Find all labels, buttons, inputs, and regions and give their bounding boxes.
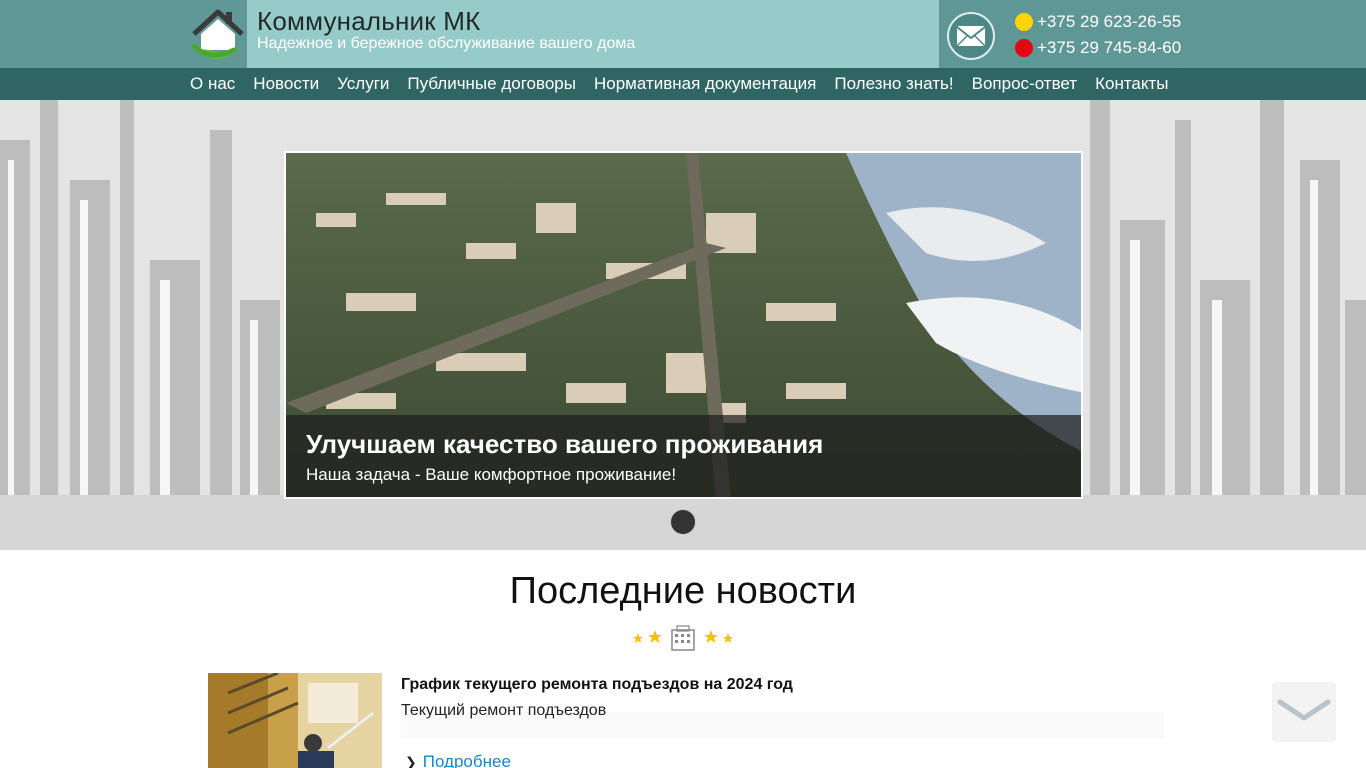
news-subtitle: Текущий ремонт подъездов <box>401 702 607 719</box>
mts-icon <box>1015 39 1033 57</box>
house-logo-icon[interactable] <box>190 6 246 64</box>
phone-velcom[interactable]: +375 29 623-26-55 <box>1015 12 1181 32</box>
site-tagline: Надежное и бережное обслуживание вашего … <box>257 35 636 52</box>
news-thumbnail[interactable] <box>208 673 382 768</box>
slider[interactable]: Улучшаем качество вашего проживания Наша… <box>284 151 1083 499</box>
nav-item-contacts[interactable]: Контакты <box>1095 74 1168 94</box>
nav-item-services[interactable]: Услуги <box>337 74 389 94</box>
nav-item-about[interactable]: О нас <box>190 74 235 94</box>
phone-number: +375 29 745-84-60 <box>1037 38 1182 57</box>
chevron-right-icon: ❯ <box>405 753 417 768</box>
velcom-icon <box>1015 13 1033 31</box>
stairwell-painter-photo <box>208 673 382 768</box>
slide-subtitle: Наша задача - Ваше комфортное проживание… <box>306 465 677 484</box>
nav-item-news[interactable]: Новости <box>253 74 319 94</box>
phone-mts[interactable]: +375 29 745-84-60 <box>1015 38 1181 58</box>
news-title[interactable]: График текущего ремонта подъездов на 202… <box>401 676 793 694</box>
nav-item-regulatory-docs[interactable]: Нормативная документация <box>594 74 816 94</box>
slide-caption: Улучшаем качество вашего проживания Наша… <box>286 415 1081 497</box>
stars-building-divider-icon <box>633 625 733 651</box>
nav-item-useful[interactable]: Полезно знать! <box>834 74 953 94</box>
hero-section: Улучшаем качество вашего проживания Наша… <box>0 100 1366 550</box>
chevron-down-icon <box>1277 699 1331 721</box>
read-more-label[interactable]: Подробнее <box>423 752 511 768</box>
main-nav: О нас Новости Услуги Публичные договоры … <box>0 68 1366 100</box>
slide-title: Улучшаем качество вашего проживания <box>306 429 824 459</box>
site-title[interactable]: Коммунальник МК <box>257 6 480 37</box>
nav-item-public-contracts[interactable]: Публичные договоры <box>407 74 576 94</box>
phone-number: +375 29 623-26-55 <box>1037 12 1182 31</box>
nav-item-faq[interactable]: Вопрос-ответ <box>972 74 1077 94</box>
mail-icon[interactable] <box>946 11 996 61</box>
read-more-link[interactable]: ❯ Подробнее <box>405 752 511 768</box>
section-title: Последние новости <box>509 570 857 612</box>
scroll-down-button[interactable] <box>1272 682 1336 742</box>
slider-dot[interactable] <box>670 509 696 535</box>
